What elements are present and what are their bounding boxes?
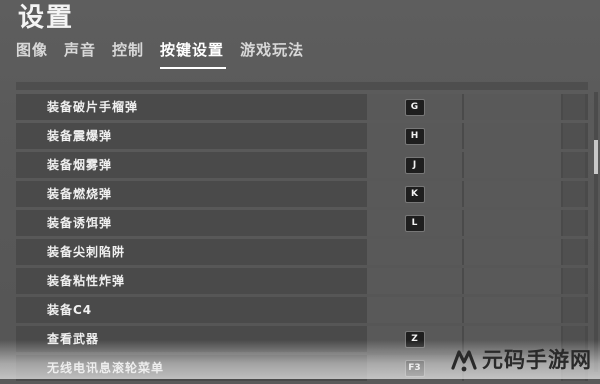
primary-key-slot[interactable] bbox=[367, 268, 462, 294]
action-label: 装备震爆弹 bbox=[47, 129, 113, 143]
secondary-key-slot[interactable] bbox=[464, 94, 561, 120]
scroll-thumb[interactable] bbox=[594, 140, 598, 174]
primary-key-slot[interactable] bbox=[367, 239, 462, 265]
action-label: 无线电讯息滚轮菜单 bbox=[47, 361, 165, 375]
secondary-key-slot[interactable] bbox=[464, 181, 561, 207]
keybinding-row: 装备燃烧弹 K bbox=[16, 181, 588, 207]
row-end-cell bbox=[563, 210, 585, 236]
row-end-cell bbox=[563, 123, 585, 149]
primary-key-slot[interactable]: L bbox=[367, 210, 462, 236]
keycap: J bbox=[404, 156, 425, 174]
keycap: L bbox=[404, 214, 425, 232]
keycap: G bbox=[404, 98, 425, 116]
page-title: 设置 bbox=[18, 3, 75, 33]
action-label: 装备烟雾弹 bbox=[47, 158, 113, 172]
secondary-key-slot[interactable] bbox=[464, 123, 561, 149]
primary-key-slot[interactable] bbox=[367, 297, 462, 323]
row-end-cell bbox=[563, 239, 585, 265]
scrollbar[interactable] bbox=[594, 92, 598, 372]
secondary-key-slot[interactable] bbox=[464, 297, 561, 323]
primary-key-slot[interactable]: G bbox=[367, 94, 462, 120]
tab-gameplay[interactable]: 游戏玩法 bbox=[240, 40, 304, 64]
primary-key-slot[interactable]: H bbox=[367, 123, 462, 149]
keybinding-row: 装备尖刺陷阱 bbox=[16, 239, 588, 265]
tab-audio[interactable]: 声音 bbox=[64, 40, 96, 64]
secondary-key-slot[interactable] bbox=[464, 268, 561, 294]
keybinding-row: 装备破片手榴弹 G bbox=[16, 94, 588, 120]
action-label: 装备C4 bbox=[47, 303, 93, 317]
action-label: 装备燃烧弹 bbox=[47, 187, 113, 201]
keybinding-row: 装备震爆弹 H bbox=[16, 123, 588, 149]
keybinding-list: 装备破片手榴弹 G 装备震爆弹 H 装备烟雾弹 J 装备燃烧弹 K 装备诱饵弹 … bbox=[16, 94, 588, 384]
secondary-key-slot[interactable] bbox=[464, 152, 561, 178]
keycap: H bbox=[404, 127, 425, 145]
action-label: 装备诱饵弹 bbox=[47, 216, 113, 230]
keybinding-row: 装备粘性炸弹 bbox=[16, 268, 588, 294]
list-top-edge bbox=[16, 82, 588, 90]
action-label: 装备粘性炸弹 bbox=[47, 274, 126, 288]
keybinding-row: 装备诱饵弹 L bbox=[16, 210, 588, 236]
tab-keybindings[interactable]: 按键设置 bbox=[160, 40, 227, 69]
keybinding-row: 装备烟雾弹 J bbox=[16, 152, 588, 178]
row-end-cell bbox=[563, 268, 585, 294]
primary-key-slot[interactable]: F3 bbox=[367, 355, 462, 381]
secondary-key-slot[interactable] bbox=[464, 210, 561, 236]
row-end-cell bbox=[563, 94, 585, 120]
settings-screen: 设置 图像 声音 控制 按键设置 游戏玩法 装备破片手榴弹 G 装备震爆弹 H … bbox=[0, 0, 600, 381]
keycap: Z bbox=[404, 330, 425, 348]
settings-tabs: 图像 声音 控制 按键设置 游戏玩法 bbox=[16, 40, 320, 69]
row-end-cell bbox=[563, 181, 585, 207]
action-label: 装备尖刺陷阱 bbox=[47, 245, 126, 259]
primary-key-slot[interactable]: Z bbox=[367, 326, 462, 352]
secondary-key-slot[interactable] bbox=[464, 239, 561, 265]
primary-key-slot[interactable]: K bbox=[367, 181, 462, 207]
keybinding-row: 装备C4 bbox=[16, 297, 588, 323]
row-end-cell bbox=[563, 152, 585, 178]
action-label: 查看武器 bbox=[47, 332, 100, 346]
keycap: K bbox=[404, 185, 425, 203]
watermark: 元码手游网 bbox=[449, 344, 592, 376]
watermark-logo-icon bbox=[451, 350, 477, 372]
watermark-text: 元码手游网 bbox=[482, 348, 592, 372]
keycap: F3 bbox=[404, 359, 425, 377]
primary-key-slot[interactable]: J bbox=[367, 152, 462, 178]
tab-graphics[interactable]: 图像 bbox=[16, 40, 48, 64]
action-label: 装备破片手榴弹 bbox=[47, 100, 139, 114]
tab-controls[interactable]: 控制 bbox=[112, 40, 144, 64]
row-end-cell bbox=[563, 297, 585, 323]
